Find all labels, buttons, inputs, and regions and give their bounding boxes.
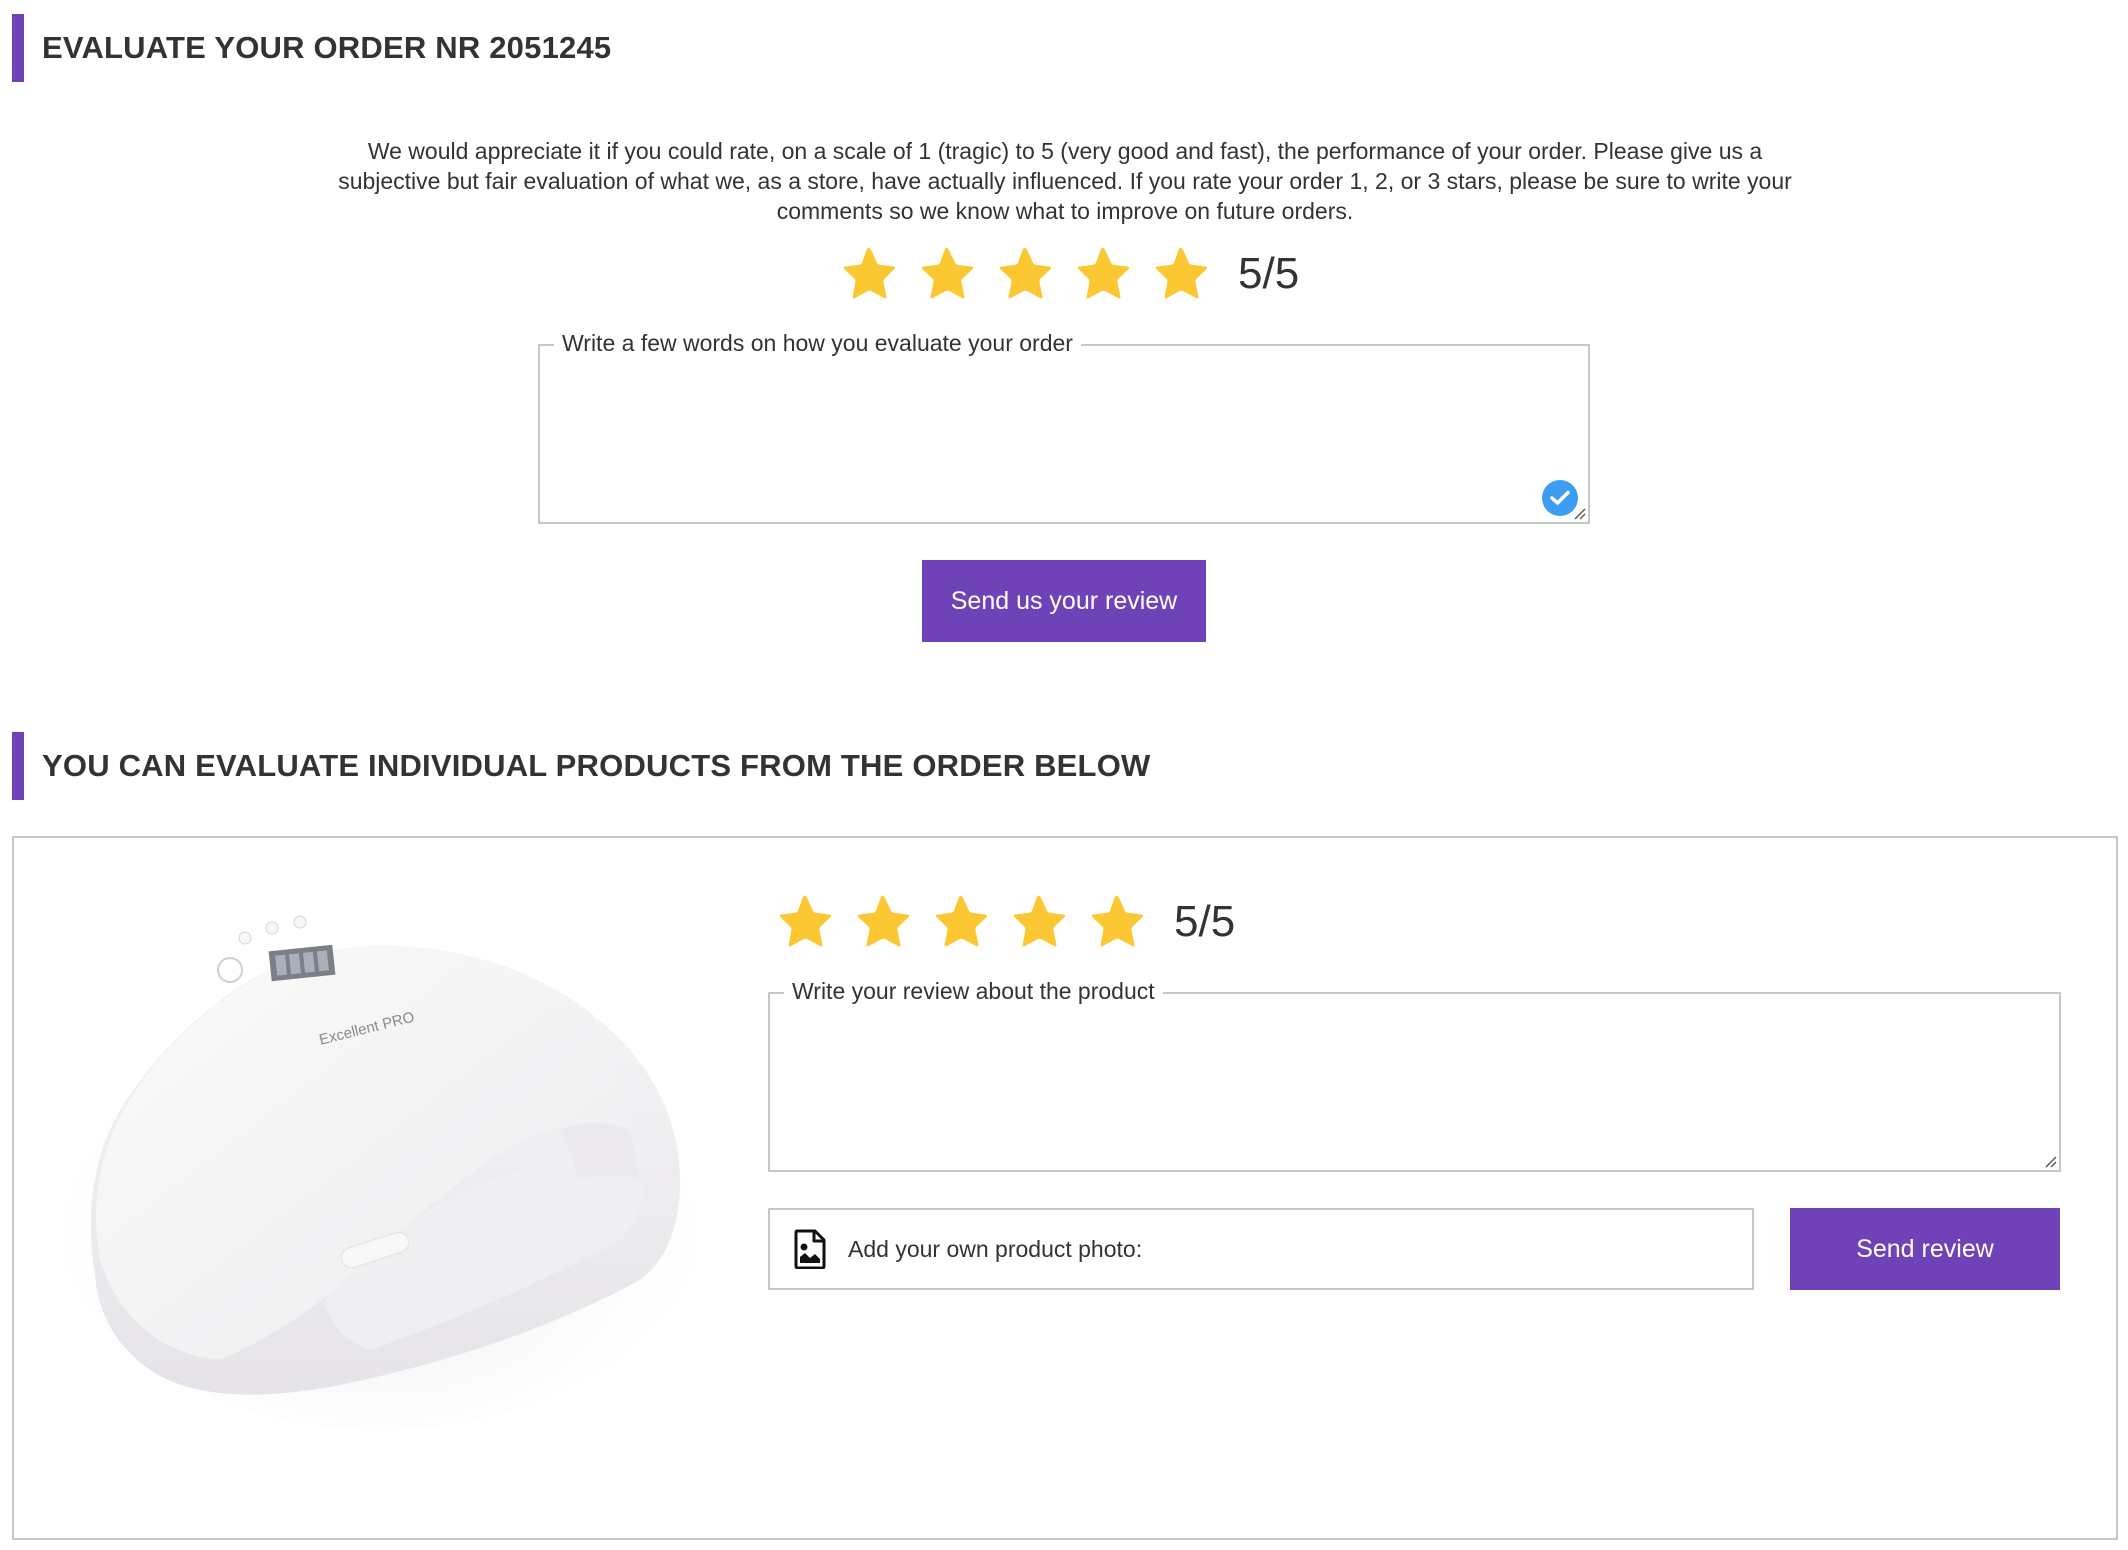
star-icon[interactable]	[1008, 892, 1070, 952]
product-star-rating[interactable]: 5/5	[774, 892, 1235, 952]
product-review-textarea[interactable]	[770, 994, 2059, 1170]
star-icon[interactable]	[1086, 892, 1148, 952]
send-order-review-button[interactable]: Send us your review	[922, 560, 1206, 642]
resize-grip-icon[interactable]	[2043, 1154, 2057, 1168]
send-product-review-button[interactable]: Send review	[1790, 1208, 2060, 1290]
order-comment-field: Write a few words on how you evaluate yo…	[538, 328, 1590, 524]
order-comment-legend: Write a few words on how you evaluate yo…	[554, 328, 1081, 358]
star-icon[interactable]	[930, 892, 992, 952]
product-rating-score: 5/5	[1174, 897, 1236, 946]
heading-accent-bar	[12, 732, 24, 800]
products-section-heading: YOU CAN EVALUATE INDIVIDUAL PRODUCTS FRO…	[12, 732, 1150, 800]
heading-accent-bar	[12, 14, 24, 82]
order-section-heading: EVALUATE YOUR ORDER NR 2051245	[12, 14, 611, 82]
order-star-rating[interactable]: 5/5	[838, 244, 1299, 304]
order-heading-title: EVALUATE YOUR ORDER NR 2051245	[42, 30, 612, 65]
star-icon[interactable]	[774, 892, 836, 952]
star-icon[interactable]	[1150, 244, 1212, 304]
star-icon[interactable]	[994, 244, 1056, 304]
star-icon[interactable]	[916, 244, 978, 304]
product-review-legend: Write your review about the product	[784, 976, 1163, 1006]
star-icon[interactable]	[838, 244, 900, 304]
order-comment-textarea[interactable]	[540, 346, 1588, 522]
add-product-photo-label: Add your own product photo:	[848, 1235, 1143, 1262]
order-rating-score: 5/5	[1238, 249, 1300, 298]
add-product-photo-field[interactable]: Add your own product photo:	[768, 1208, 1754, 1290]
product-image: Excellent PRO	[50, 915, 710, 1430]
star-icon[interactable]	[1072, 244, 1134, 304]
image-file-icon	[794, 1229, 826, 1269]
resize-grip-icon[interactable]	[1572, 506, 1586, 520]
products-heading-title: YOU CAN EVALUATE INDIVIDUAL PRODUCTS FRO…	[42, 748, 1151, 783]
product-review-field: Write your review about the product	[768, 976, 2061, 1172]
order-intro-text: We would appreciate it if you could rate…	[338, 138, 1792, 224]
star-icon[interactable]	[852, 892, 914, 952]
